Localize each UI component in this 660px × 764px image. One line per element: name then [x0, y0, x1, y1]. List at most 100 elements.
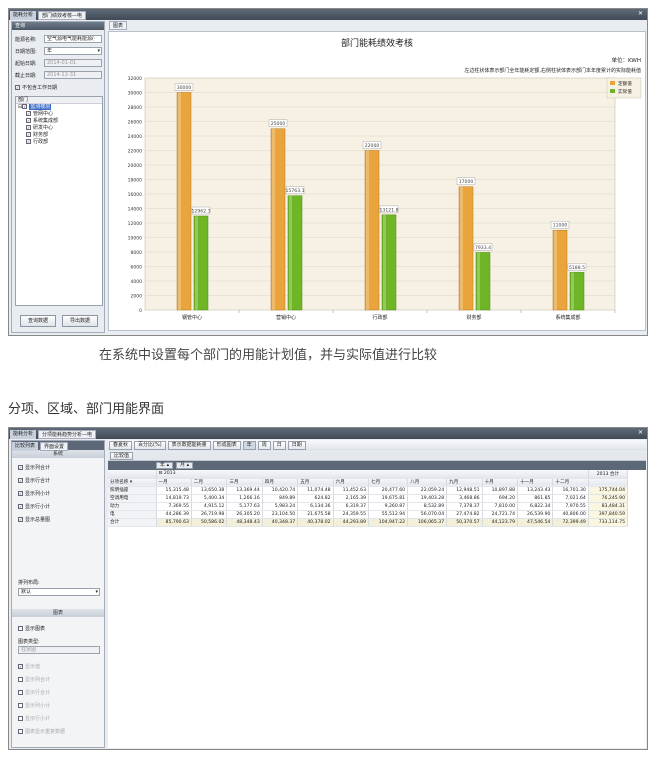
table-cell: 48,348.43	[226, 518, 263, 527]
month-header[interactable]: 二月	[191, 478, 228, 487]
table-cell: 106,065.37	[407, 518, 448, 527]
y-tick-label: 30000	[128, 91, 142, 97]
corner-cell	[108, 470, 157, 479]
table-row[interactable]: 动力 7,369.55 4,915.12 5,177.63 5,983.24 6,134.…	[108, 502, 629, 511]
export-button[interactable]: 导出数据	[62, 315, 98, 327]
start-date-field[interactable]: 2014-01-01	[44, 59, 102, 67]
y-tick-label: 18000	[128, 178, 142, 184]
toolbar-data-energy[interactable]: 表示数据能耗量	[167, 441, 211, 450]
chart-options: ✓ 显示值 显示列合计 显示行合计 显示列小计 显示行小计 图表显示重复数据	[18, 661, 65, 739]
chart-option[interactable]: 显示行合计	[18, 687, 65, 700]
year-header[interactable]: ⊟ 2013	[156, 470, 589, 479]
chart-unit: 单位：KWH	[612, 56, 642, 64]
layout-select[interactable]: 默认 ▾	[18, 588, 100, 596]
compare-value-chip[interactable]: 比较值	[110, 452, 134, 460]
table-row[interactable]: 空调用电 14,819.73 5,400.34 1,266.16 849.89 624.8…	[108, 494, 629, 503]
table-cell: 24,721.74	[482, 510, 519, 519]
toolbar-year[interactable]: 年	[242, 441, 256, 450]
option-label: 显示值	[25, 664, 41, 670]
table-row[interactable]: 电 44,286.39 26,719.98 26,305.20 23,104.50 21,…	[108, 510, 629, 519]
checkbox-icon: ✓	[18, 664, 23, 669]
month-header[interactable]: 六月	[333, 478, 370, 487]
tree-item[interactable]: ✓ 财务部	[16, 132, 102, 139]
field-bar: 年 ▴ 月 ▴	[108, 461, 646, 470]
tree-item[interactable]: ✓ 系统集成部	[16, 118, 102, 125]
query-button[interactable]: 查询数据	[20, 315, 56, 327]
month-header[interactable]: 四月	[262, 478, 299, 487]
date-range-select[interactable]: 年 ▾	[44, 47, 102, 55]
section-heading: 分项、区域、部门用能界面	[8, 402, 165, 417]
tab-energy-analysis[interactable]: 能耗分析	[10, 430, 37, 439]
month-header[interactable]: 八月	[407, 478, 448, 487]
section-system: 系统	[12, 450, 104, 458]
month-header[interactable]: 一月	[156, 478, 192, 487]
show-chart-checkbox[interactable]: 显示图表	[18, 623, 45, 636]
tab-trend-analysis[interactable]: 分项能耗趋势分析—电	[38, 430, 97, 439]
table-row[interactable]: 照明插座 15,315.48 13,650.38 13,369.44 10,420.74…	[108, 486, 629, 495]
option-row-subtotal[interactable]: ✓ 显示行小计	[18, 501, 104, 514]
toolbar-day[interactable]: 日	[272, 441, 286, 450]
compare-bar: 比较值	[108, 452, 646, 461]
month-header[interactable]: 三月	[226, 478, 263, 487]
option-col-total[interactable]: ✓ 显示列合计	[18, 462, 104, 475]
option-label: 图表显示重复数据	[25, 729, 66, 735]
exclude-workday-checkbox[interactable]: ✓ 不包含工作日期	[15, 84, 57, 91]
close-icon[interactable]: ✕	[638, 10, 643, 17]
option-total-chart[interactable]: ✓ 显示总量图	[18, 514, 104, 527]
tab-chart[interactable]: 图表	[109, 21, 128, 30]
sort-icon: ▴	[186, 462, 190, 468]
table-cell: 50,370.57	[446, 518, 483, 527]
table-cell: 6,134.36	[297, 502, 334, 511]
table-cell: 9,260.87	[368, 502, 409, 511]
toolbar-week[interactable]: 周	[257, 441, 271, 450]
month-header[interactable]: 九月	[446, 478, 483, 487]
field-chip-year[interactable]: 年 ▴	[156, 462, 174, 469]
table-row[interactable]: 合计 85,790.63 50,586.02 48,348.43 40,348.37 40…	[108, 518, 629, 527]
column-header-item[interactable]: 分项名称 ▾	[108, 478, 157, 487]
table-cell: 5,983.24	[262, 502, 299, 511]
layout-value: 默认	[21, 589, 32, 595]
month-header[interactable]: 十月	[482, 478, 519, 487]
checkbox-icon	[18, 703, 23, 708]
table-cell: 19,403.28	[407, 494, 448, 503]
month-header[interactable]: 七月	[368, 478, 409, 487]
toolbar-season[interactable]: 春夏秋	[109, 441, 133, 450]
month-header[interactable]: 十一月	[517, 478, 554, 487]
chip-label: 年	[160, 462, 166, 468]
option-col-subtotal[interactable]: ✓ 显示列小计	[18, 488, 104, 501]
tree-item[interactable]: ✓ 行政部	[16, 139, 102, 146]
table-cell: 19,675.81	[368, 494, 409, 503]
tree-item[interactable]: ✓ 管网中心	[16, 111, 102, 118]
layout-label: 排列布局:	[18, 580, 40, 586]
checkbox-icon: ✓	[26, 125, 31, 130]
end-date-field[interactable]: 2014-12-31	[44, 71, 102, 79]
query-panel: 查询 能源名称: 空气源电气能耗能源(· 日期范围: 年 ▾ 起始日期: 2014…	[11, 21, 105, 333]
table-cell: 8,532.89	[407, 502, 448, 511]
tree-item[interactable]: ✓ 研发中心	[16, 125, 102, 132]
y-tick-label: 26000	[128, 120, 142, 126]
chart-option[interactable]: 显示列小计	[18, 700, 65, 713]
checkbox-icon: ✓	[15, 85, 20, 90]
checkbox-icon: ✓	[18, 478, 23, 483]
chart-option[interactable]: 显示行小计	[18, 713, 65, 726]
toolbar-percent[interactable]: 百分比(%)	[134, 441, 166, 450]
tab-compare-list[interactable]: 比较列表	[12, 442, 39, 451]
tree-root[interactable]: ⊟✓ 监测楼层	[16, 104, 102, 111]
chart-option[interactable]: 显示列合计	[18, 674, 65, 687]
toolbar-date[interactable]: 日期	[287, 441, 306, 450]
chart-option[interactable]: 图表显示重复数据	[18, 726, 65, 739]
tab-dept-assessment[interactable]: 部门绩效考核—电	[38, 11, 87, 20]
toolbar-make-chart[interactable]: 形成图表	[212, 441, 241, 450]
month-header[interactable]: 十二月	[552, 478, 589, 487]
option-row-total[interactable]: ✓ 显示行合计	[18, 475, 104, 488]
energy-select[interactable]: 空气源电气能耗能源(·	[44, 35, 102, 43]
close-icon[interactable]: ✕	[638, 429, 643, 436]
chart-option[interactable]: ✓ 显示值	[18, 661, 65, 674]
month-header[interactable]: 五月	[297, 478, 334, 487]
sort-icon: ▴	[166, 462, 170, 468]
field-chip-month[interactable]: 月 ▴	[176, 462, 194, 469]
tree-item-label: 系统集成部	[33, 118, 59, 124]
tab-energy-analysis[interactable]: 能耗分析	[10, 11, 37, 20]
chart-type-select[interactable]: 柱状图	[18, 646, 100, 654]
table-cell: 24,359.55	[333, 510, 370, 519]
